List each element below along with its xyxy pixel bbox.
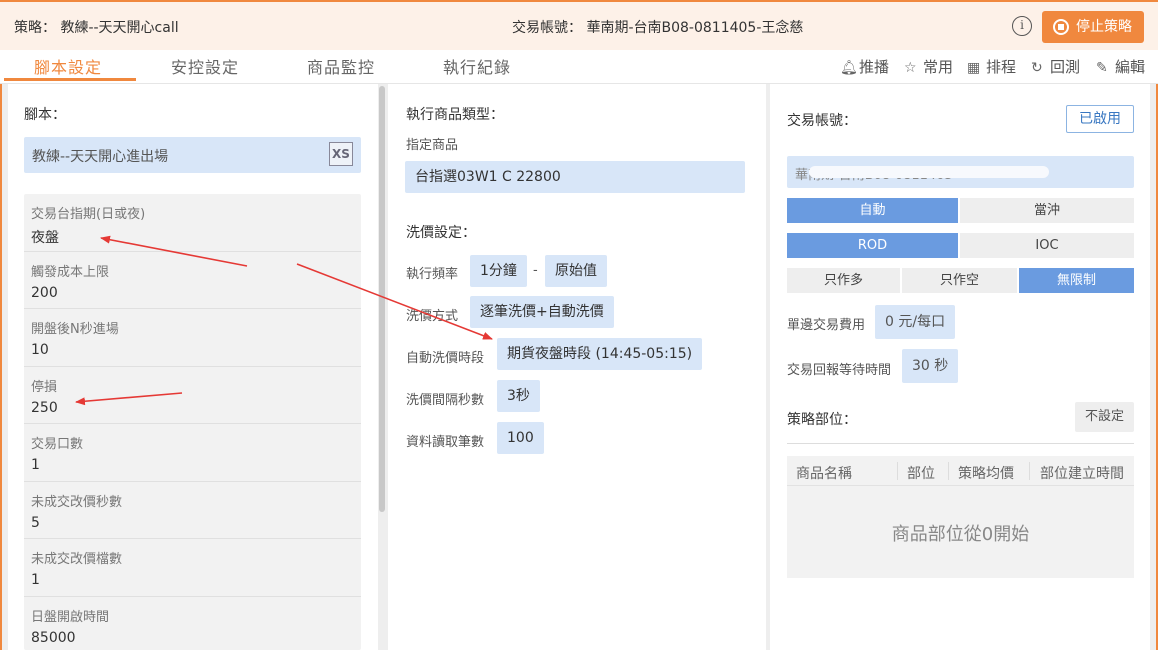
enabled-button[interactable]: 已啟用 [1066,105,1134,133]
param-value: 夜盤 [31,230,59,246]
param-name: 未成交改價檔數 [31,552,123,567]
param-value: 85000 [31,629,76,646]
fee-input[interactable]: 0 元/每口 [875,305,956,339]
param-row[interactable]: 交易口數 1 [24,424,361,482]
star-icon: ☆ [904,60,917,76]
table-header: 部位建立時間 [1040,466,1124,482]
tab-execution-log[interactable]: 執行紀錄 [443,54,511,78]
frequency-source-select[interactable]: 原始值 [545,255,607,287]
param-value: 1 [31,572,40,588]
param-row[interactable]: 交易台指期(日或夜) 夜盤 [24,194,361,252]
param-name: 交易口數 [31,437,84,452]
param-name: 開盤後N秒進場 [31,322,119,337]
script-params-list: 交易台指期(日或夜) 夜盤 觸發成本上限 200 開盤後N秒進場 10 停損 2… [24,194,361,650]
data-read-count-label: 資料讀取筆數 [406,435,485,450]
param-row[interactable]: 觸發成本上限 200 [24,252,361,309]
product-selector[interactable]: 台指選03W1 C 22800 [405,161,745,193]
direction-short-only-toggle[interactable]: 只作空 [902,268,1017,293]
product-type-label: 執行商品類型： [406,107,504,123]
script-selector[interactable]: 教練--天天開心進出場 XS [24,137,361,173]
frequency-dash: - [533,263,538,278]
mode-auto-toggle[interactable]: 自動 [787,198,958,223]
header-separator [1029,462,1030,480]
top-bar: 策略： 教練--天天開心call 交易帳號： 華南期-台南B08-0811405… [0,0,1158,50]
param-name: 停損 [31,379,58,395]
pencil-icon: ✎ [1096,60,1108,76]
wash-settings-label: 洗價設定： [406,225,476,241]
position-table: 商品名稱 部位 策略均價 部位建立時間 商品部位從0開始 [787,456,1134,578]
param-value: 10 [31,342,49,358]
wash-interval-select[interactable]: 3秒 [497,380,540,412]
trading-account-label: 交易帳號： [787,113,857,129]
table-header: 商品名稱 [796,466,852,482]
report-wait-label: 交易回報等待時間 [787,363,892,378]
wash-method-label: 洗價方式 [406,309,459,324]
xs-script-icon[interactable]: XS [329,142,353,166]
param-row[interactable]: 停損 250 [24,367,361,424]
param-name: 交易台指期(日或夜) [31,207,146,222]
tab-bar: 腳本設定 安控設定 商品監控 執行紀錄 🔔︎推播 ☆ 常用 ▦ 排程 ↻ 回測 ✎ 編輯 [0,50,1158,84]
strategy-title: 策略： 教練--天天開心call [14,20,179,36]
auto-wash-period-select[interactable]: 期貨夜盤時段 (14:45-05:15) [497,338,703,370]
param-row[interactable]: 未成交改價檔數 1 [24,539,361,597]
mode-daytrade-toggle[interactable]: 當沖 [960,198,1134,223]
param-name: 未成交改價秒數 [31,494,123,510]
divider [787,443,1134,444]
specified-product-label: 指定商品 [406,138,459,153]
no-setting-button[interactable]: 不設定 [1075,402,1134,432]
frequency-select[interactable]: 1分鐘 [470,255,527,287]
param-row[interactable]: 未成交改價秒數 5 [24,482,361,539]
vertical-scrollbar[interactable] [379,86,385,512]
param-value: 200 [31,284,58,301]
order-rod-toggle[interactable]: ROD [787,233,958,258]
push-button[interactable]: 🔔︎推播 [840,56,889,77]
active-tab-indicator [4,78,136,81]
backtest-button[interactable]: ↻ 回測 [1031,56,1080,77]
calendar-icon: ▦ [967,60,981,76]
param-value: 250 [31,399,58,416]
table-header: 策略均價 [958,466,1014,482]
account-selector[interactable]: 華南期-台南B08-0811405 [787,156,1134,188]
bell-icon: 🔔︎ [840,60,858,76]
param-row[interactable]: 開盤後N秒進場 10 [24,309,361,367]
tab-safety-settings[interactable]: 安控設定 [171,54,239,78]
account-title: 交易帳號： 華南期-台南B08-0811405-王念慈 [512,20,804,36]
table-header: 部位 [907,466,935,482]
param-name: 日盤開啟時間 [31,609,110,625]
header-separator [948,462,949,480]
stop-circle-icon [1053,19,1069,35]
header-separator [897,462,898,480]
redaction-mask [809,166,1049,178]
edit-button[interactable]: ✎ 編輯 [1096,56,1145,77]
direction-unlimited-toggle[interactable]: 無限制 [1019,268,1134,293]
strategy-position-label: 策略部位： [787,412,857,428]
tab-script-settings[interactable]: 腳本設定 [34,54,102,78]
position-table-header: 商品名稱 部位 策略均價 部位建立時間 [787,456,1134,486]
stop-strategy-label: 停止策略 [1076,19,1132,35]
param-name: 觸發成本上限 [31,264,110,280]
stop-strategy-button[interactable]: 停止策略 [1042,11,1144,43]
wash-interval-label: 洗價間隔秒數 [406,393,485,408]
tab-product-monitor[interactable]: 商品監控 [307,54,375,78]
report-wait-input[interactable]: 30 秒 [902,349,959,383]
auto-wash-period-label: 自動洗價時段 [406,351,485,366]
direction-long-only-toggle[interactable]: 只作多 [787,268,900,293]
param-value: 1 [31,457,40,473]
script-label: 腳本： [24,107,66,123]
schedule-button[interactable]: ▦ 排程 [967,56,1016,77]
script-name: 教練--天天開心進出場 [32,149,169,165]
param-row[interactable]: 日盤開啟時間 85000 [24,597,361,650]
refresh-icon: ↻ [1031,60,1043,76]
info-circle-icon[interactable]: i [1012,16,1032,36]
wash-method-select[interactable]: 逐筆洗價+自動洗價 [470,296,614,328]
order-ioc-toggle[interactable]: IOC [960,233,1134,258]
empty-positions-message: 商品部位從0開始 [891,524,1030,545]
data-read-count-input[interactable]: 100 [497,422,544,454]
fee-label: 單邊交易費用 [787,318,866,333]
param-value: 5 [31,514,40,531]
frequency-label: 執行頻率 [406,267,459,282]
favorite-button[interactable]: ☆ 常用 [904,56,953,77]
